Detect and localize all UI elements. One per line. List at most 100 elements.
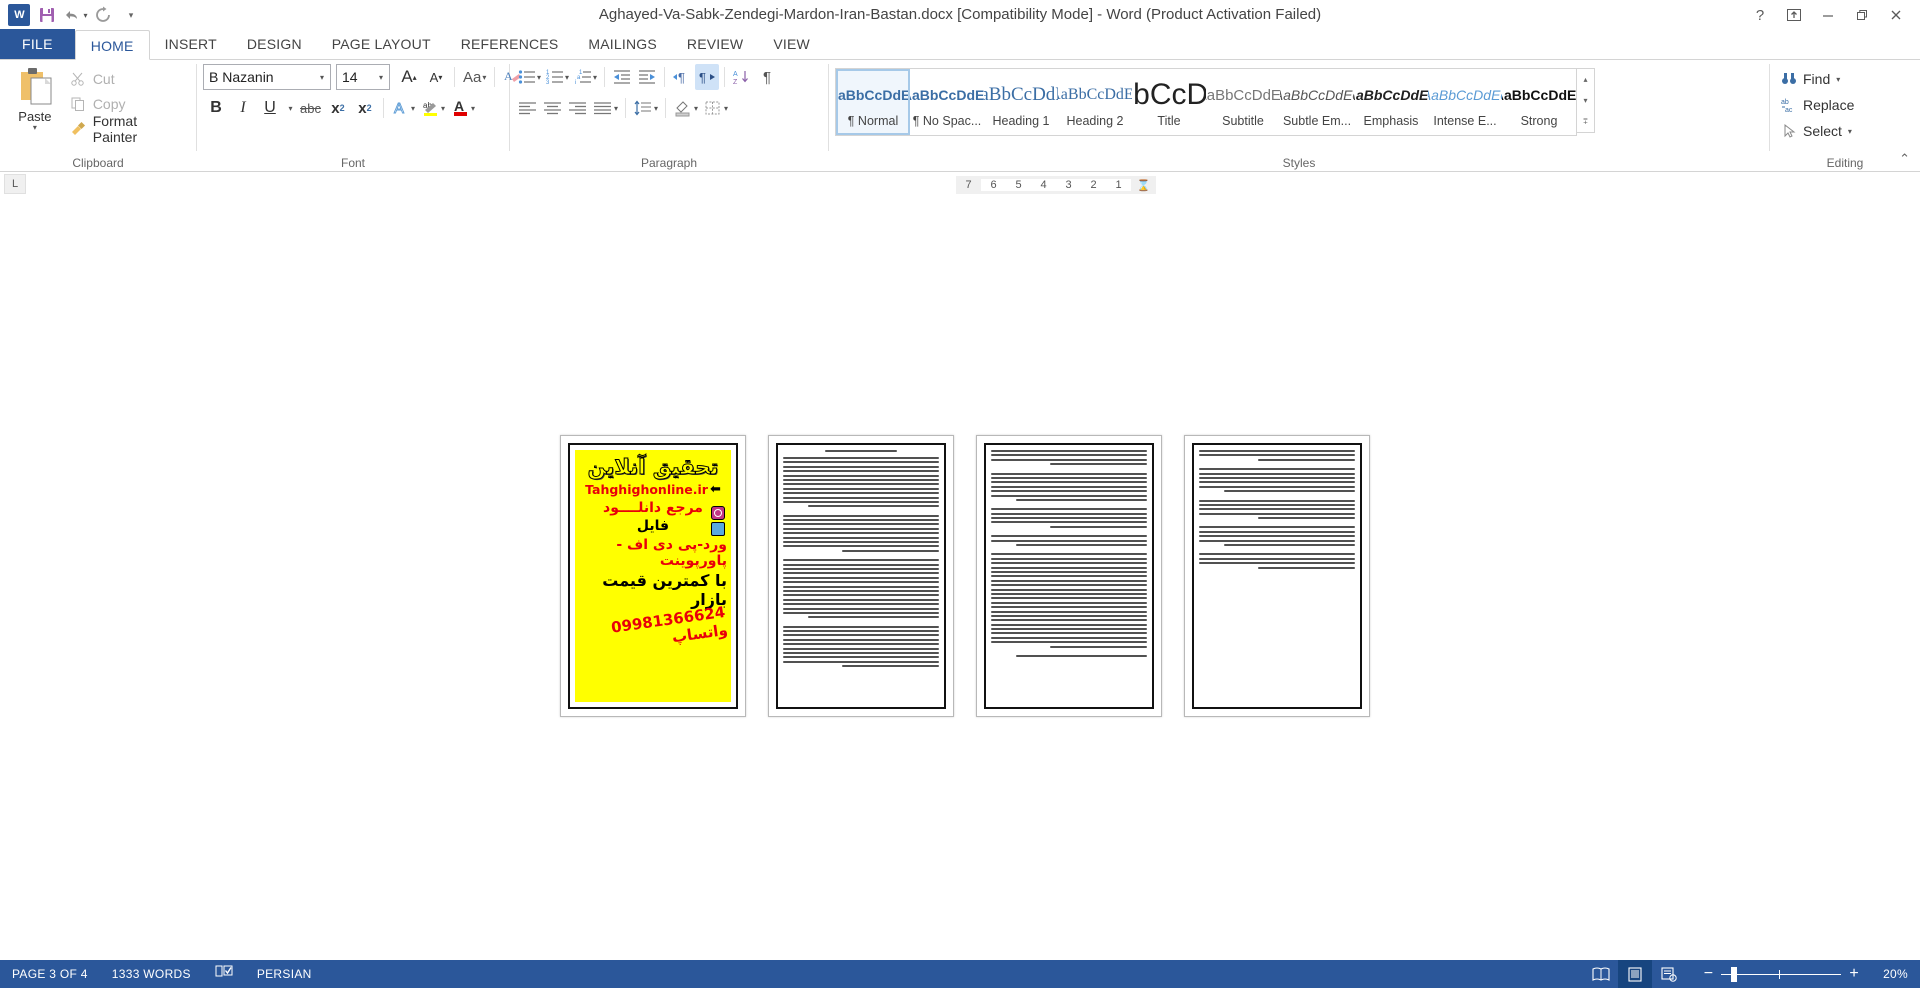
zoom-in-button[interactable]: + bbox=[1841, 965, 1867, 983]
text-highlight-button[interactable]: ab ▾ bbox=[419, 95, 448, 121]
tab-design[interactable]: DESIGN bbox=[232, 29, 317, 59]
zoom-out-button[interactable]: − bbox=[1696, 965, 1722, 983]
help-icon[interactable]: ? bbox=[1744, 2, 1776, 28]
tab-mailings[interactable]: MAILINGS bbox=[573, 29, 672, 59]
paste-button[interactable]: Paste ▾ bbox=[6, 64, 64, 132]
indent-marker[interactable]: ⌛ bbox=[1131, 179, 1156, 192]
document-page-2[interactable] bbox=[768, 435, 954, 717]
customize-qat-button[interactable]: ▾ bbox=[118, 3, 144, 27]
web-layout-button[interactable] bbox=[1652, 960, 1686, 988]
undo-caret-icon[interactable]: ▾ bbox=[83, 11, 87, 20]
style-item-subtitle[interactable]: AaBbCcDdEe Subtitle bbox=[1206, 69, 1280, 135]
document-page-1[interactable]: تحقیق آنلاین Tahghighonline.ir ⬅ مرجع دا… bbox=[560, 435, 746, 717]
bold-button[interactable]: B bbox=[203, 95, 229, 121]
redo-button[interactable] bbox=[90, 3, 116, 27]
text-effects-button[interactable]: A ▾ bbox=[389, 95, 418, 121]
find-button[interactable]: Find ▾ bbox=[1776, 66, 1844, 92]
bullets-chevron-down-icon[interactable]: ▾ bbox=[537, 73, 541, 82]
strikethrough-button[interactable]: abc bbox=[297, 95, 324, 121]
left-to-right-text-direction-button[interactable]: ¶ bbox=[670, 64, 694, 90]
style-item-emphasis[interactable]: AaBbCcDdEe Emphasis bbox=[1354, 69, 1428, 135]
underline-button[interactable]: U bbox=[257, 95, 283, 121]
styles-gallery-scrollbar[interactable]: ▴ ▾ ⩱ bbox=[1577, 68, 1595, 133]
style-item-heading-2[interactable]: AaBbCcDdEe Heading 2 bbox=[1058, 69, 1132, 135]
change-case-button[interactable]: Aa ▾ bbox=[460, 64, 489, 90]
paste-dropdown-icon[interactable]: ▾ bbox=[33, 124, 37, 132]
tab-review[interactable]: REVIEW bbox=[672, 29, 758, 59]
ribbon-display-options-icon[interactable] bbox=[1778, 2, 1810, 28]
multilevel-chevron-down-icon[interactable]: ▾ bbox=[593, 73, 597, 82]
font-name-combo[interactable]: B Nazanin ▾ bbox=[203, 64, 331, 90]
superscript-button[interactable]: x2 bbox=[352, 95, 378, 121]
align-center-button[interactable] bbox=[541, 95, 565, 121]
align-left-button[interactable] bbox=[516, 95, 540, 121]
select-button[interactable]: Select ▾ bbox=[1776, 118, 1856, 144]
style-item-no-spacing[interactable]: AaBbCcDdEe ¶ No Spac... bbox=[910, 69, 984, 135]
line-spacing-button[interactable]: ▾ bbox=[631, 95, 660, 121]
style-item-intense-emphasis[interactable]: AaBbCcDdEe Intense E... bbox=[1428, 69, 1502, 135]
proofing-errors-icon[interactable] bbox=[203, 960, 245, 988]
justify-button[interactable]: ▾ bbox=[591, 95, 620, 121]
borders-button[interactable]: ▾ bbox=[701, 95, 730, 121]
shading-chevron-down-icon[interactable]: ▾ bbox=[694, 104, 698, 113]
page-number-status[interactable]: PAGE 3 OF 4 bbox=[0, 960, 100, 988]
zoom-thumb[interactable] bbox=[1731, 966, 1738, 982]
font-name-chevron-down-icon[interactable]: ▾ bbox=[314, 73, 330, 82]
numbering-chevron-down-icon[interactable]: ▾ bbox=[565, 73, 569, 82]
format-painter-button[interactable]: Format Painter bbox=[64, 113, 190, 145]
style-item-strong[interactable]: AaBbCcDdEe Strong bbox=[1502, 69, 1576, 135]
tab-view[interactable]: VIEW bbox=[758, 29, 825, 59]
style-item-title[interactable]: AaBbCcDdEe Title bbox=[1132, 69, 1206, 135]
multilevel-list-button[interactable]: 1ai ▾ bbox=[572, 64, 599, 90]
style-item-normal[interactable]: AaBbCcDdEe ¶ Normal bbox=[836, 69, 910, 135]
grow-font-button[interactable]: A ▴ bbox=[396, 64, 422, 90]
print-layout-button[interactable] bbox=[1617, 960, 1652, 988]
tab-home[interactable]: HOME bbox=[74, 30, 150, 60]
justify-chevron-down-icon[interactable]: ▾ bbox=[614, 104, 618, 113]
collapse-ribbon-button[interactable]: ⌃ bbox=[1899, 151, 1910, 167]
tab-insert[interactable]: INSERT bbox=[150, 29, 232, 59]
styles-scroll-down-icon[interactable]: ▾ bbox=[1577, 90, 1594, 111]
show-formatting-marks-button[interactable]: ¶ bbox=[755, 64, 779, 90]
tab-page-layout[interactable]: PAGE LAYOUT bbox=[317, 29, 446, 59]
cut-button[interactable]: Cut bbox=[64, 68, 190, 90]
font-color-chevron-down-icon[interactable]: ▾ bbox=[471, 104, 475, 113]
language-status[interactable]: PERSIAN bbox=[245, 960, 324, 988]
highlight-chevron-down-icon[interactable]: ▾ bbox=[441, 104, 445, 113]
font-color-button[interactable]: A ▾ bbox=[449, 95, 478, 121]
tab-file[interactable]: FILE bbox=[0, 29, 75, 59]
find-chevron-down-icon[interactable]: ▾ bbox=[1836, 75, 1840, 84]
font-size-combo[interactable]: 14 ▾ bbox=[336, 64, 390, 90]
zoom-track[interactable] bbox=[1721, 966, 1842, 982]
font-size-chevron-down-icon[interactable]: ▾ bbox=[373, 73, 389, 82]
tab-stop-selector[interactable]: L bbox=[4, 174, 26, 194]
underline-dropdown-icon[interactable]: ▾ bbox=[284, 95, 296, 121]
close-button[interactable] bbox=[1880, 2, 1912, 28]
line-spacing-chevron-down-icon[interactable]: ▾ bbox=[654, 104, 658, 113]
increase-indent-button[interactable] bbox=[635, 64, 659, 90]
document-canvas[interactable]: تحقیق آنلاین Tahghighonline.ir ⬅ مرجع دا… bbox=[0, 195, 1920, 955]
decrease-indent-button[interactable] bbox=[610, 64, 634, 90]
bullets-button[interactable]: ▾ bbox=[516, 64, 543, 90]
borders-chevron-down-icon[interactable]: ▾ bbox=[724, 104, 728, 113]
style-item-subtle-emphasis[interactable]: AaBbCcDdEe Subtle Em... bbox=[1280, 69, 1354, 135]
save-button[interactable] bbox=[34, 3, 60, 27]
sort-button[interactable]: AZ bbox=[730, 64, 754, 90]
select-chevron-down-icon[interactable]: ▾ bbox=[1848, 127, 1852, 136]
zoom-slider[interactable]: − + bbox=[1686, 965, 1877, 983]
horizontal-ruler[interactable]: 7 6 5 4 3 2 1 ⌛ bbox=[956, 176, 1156, 194]
zoom-level-label[interactable]: 20% bbox=[1877, 967, 1920, 981]
align-right-button[interactable] bbox=[566, 95, 590, 121]
minimize-button[interactable] bbox=[1812, 2, 1844, 28]
shading-button[interactable]: ▾ bbox=[671, 95, 700, 121]
word-count-status[interactable]: 1333 WORDS bbox=[100, 960, 203, 988]
right-to-left-text-direction-button[interactable]: ¶ bbox=[695, 64, 720, 90]
text-effects-chevron-down-icon[interactable]: ▾ bbox=[411, 104, 415, 113]
subscript-button[interactable]: x2 bbox=[325, 95, 351, 121]
styles-more-icon[interactable]: ⩱ bbox=[1577, 111, 1594, 132]
restore-button[interactable] bbox=[1846, 2, 1878, 28]
word-app-icon[interactable]: W bbox=[6, 3, 32, 27]
copy-button[interactable]: Copy bbox=[64, 93, 190, 115]
shrink-font-button[interactable]: A ▾ bbox=[423, 64, 449, 90]
document-page-3[interactable] bbox=[976, 435, 1162, 717]
